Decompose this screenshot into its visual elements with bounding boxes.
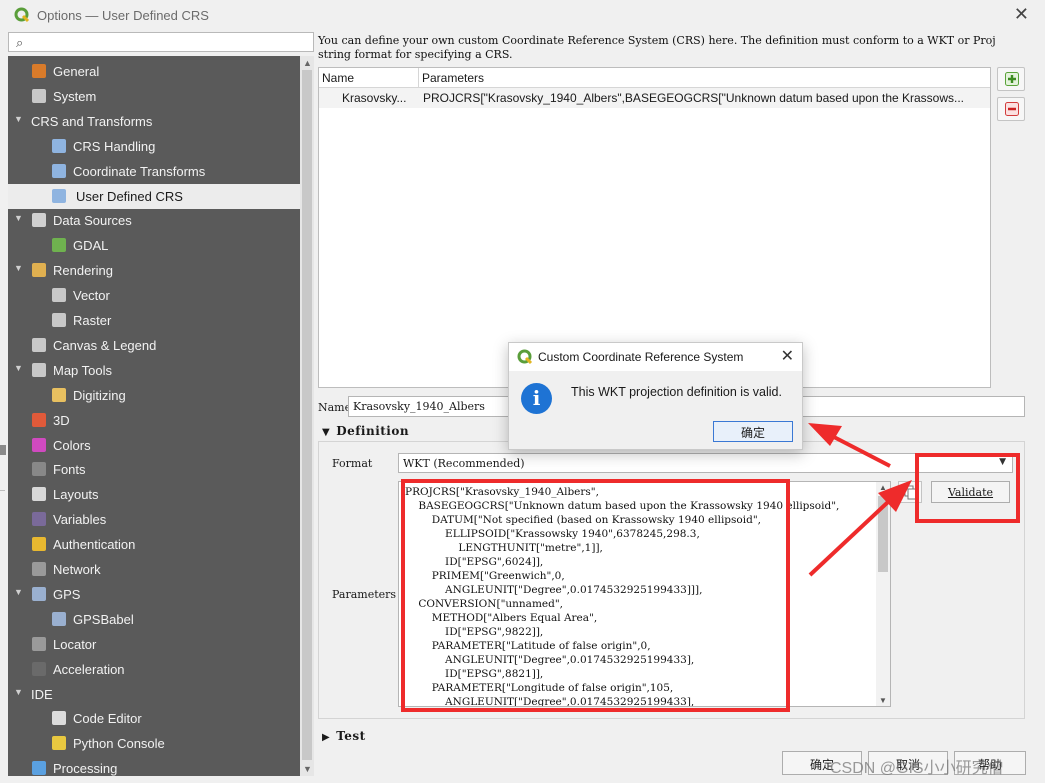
annotation-arrow-to-dialog [808, 423, 891, 468]
annotation-arrows [808, 423, 912, 577]
annotation-arrow-to-validate [808, 480, 912, 577]
